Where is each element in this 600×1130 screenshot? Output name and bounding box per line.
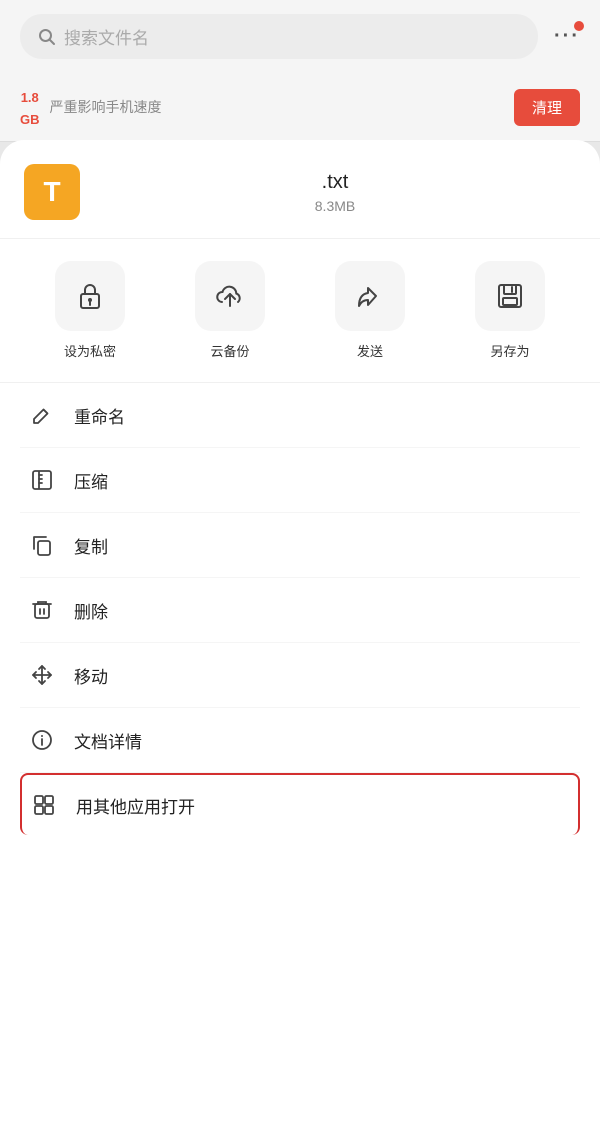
file-extension: .txt: [94, 171, 576, 194]
notification-dot: [574, 21, 584, 31]
menu-item-doc-detail[interactable]: 文档详情: [20, 708, 580, 773]
storage-banner: 1.8GB 严重影响手机速度 清理: [0, 73, 600, 142]
storage-warning: 严重影响手机速度: [50, 97, 162, 117]
menu-item-open-with[interactable]: 用其他应用打开: [20, 773, 580, 835]
menu-item-compress[interactable]: 压缩: [20, 448, 580, 513]
storage-info: 1.8GB 严重影响手机速度: [20, 85, 162, 129]
save-as-label: 另存为: [490, 341, 529, 360]
search-placeholder: 搜索文件名: [64, 24, 149, 49]
doc-detail-label: 文档详情: [74, 728, 142, 753]
file-info: .txt 8.3MB: [94, 171, 576, 214]
file-header: T .txt 8.3MB: [0, 140, 600, 239]
share-icon: [354, 280, 386, 312]
save-icon: [494, 280, 526, 312]
top-bar: 搜索文件名 ···: [0, 0, 600, 73]
file-size: 8.3MB: [94, 198, 576, 214]
menu-list: 重命名 压缩 复制: [0, 383, 600, 835]
copy-label: 复制: [74, 533, 108, 558]
compress-icon: [28, 466, 56, 494]
quick-actions: 设为私密 云备份 发送: [0, 239, 600, 383]
rename-icon: [28, 401, 56, 429]
menu-item-copy[interactable]: 复制: [20, 513, 580, 578]
action-set-private[interactable]: 设为私密: [55, 261, 125, 360]
open-with-label: 用其他应用打开: [76, 793, 195, 818]
storage-size: 1.8GB: [20, 85, 40, 129]
save-as-icon-box: [475, 261, 545, 331]
lock-icon: [74, 280, 106, 312]
menu-item-move[interactable]: 移动: [20, 643, 580, 708]
send-icon-box: [335, 261, 405, 331]
action-send[interactable]: 发送: [335, 261, 405, 360]
action-save-as[interactable]: 另存为: [475, 261, 545, 360]
rename-label: 重命名: [74, 403, 125, 428]
delete-label: 删除: [74, 598, 108, 623]
cloud-backup-label: 云备份: [210, 341, 249, 360]
cloud-upload-icon: [214, 280, 246, 312]
search-box[interactable]: 搜索文件名: [20, 14, 538, 59]
bottom-sheet: T .txt 8.3MB 设为私密: [0, 140, 600, 1130]
move-label: 移动: [74, 663, 108, 688]
action-cloud-backup[interactable]: 云备份: [195, 261, 265, 360]
delete-icon: [28, 596, 56, 624]
more-button[interactable]: ···: [554, 25, 580, 48]
clean-button[interactable]: 清理: [514, 89, 580, 126]
move-icon: [28, 661, 56, 689]
info-icon: [28, 726, 56, 754]
menu-item-delete[interactable]: 删除: [20, 578, 580, 643]
set-private-icon-box: [55, 261, 125, 331]
send-label: 发送: [357, 341, 383, 360]
open-with-icon: [30, 791, 58, 819]
cloud-backup-icon-box: [195, 261, 265, 331]
copy-icon: [28, 531, 56, 559]
menu-item-rename[interactable]: 重命名: [20, 383, 580, 448]
search-icon: [38, 28, 56, 46]
set-private-label: 设为私密: [64, 341, 116, 360]
file-icon-letter: T: [43, 176, 60, 208]
compress-label: 压缩: [74, 468, 108, 493]
file-icon: T: [24, 164, 80, 220]
